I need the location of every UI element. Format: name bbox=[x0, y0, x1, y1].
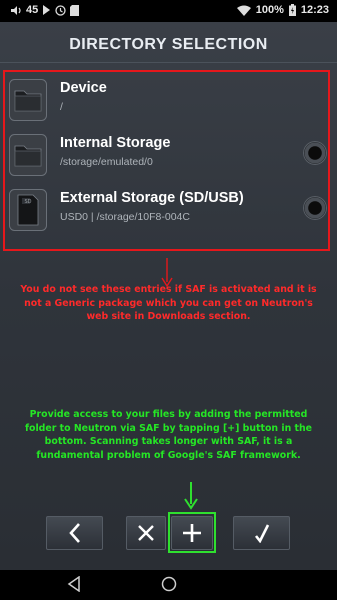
saf-help-note: Provide access to your files by adding t… bbox=[24, 409, 313, 461]
confirm-button[interactable] bbox=[233, 516, 290, 550]
notification-count: 45 bbox=[26, 4, 39, 16]
nav-home-icon[interactable] bbox=[161, 576, 177, 592]
status-right: 100% 12:23 bbox=[236, 4, 329, 16]
back-button[interactable] bbox=[46, 516, 103, 550]
plus-icon bbox=[183, 524, 201, 542]
battery-icon bbox=[288, 4, 296, 16]
sd-card-status-icon bbox=[70, 4, 80, 16]
cancel-button[interactable] bbox=[126, 516, 166, 550]
highlight-box-red bbox=[3, 70, 330, 251]
nav-back-icon[interactable] bbox=[67, 576, 81, 592]
clock-time: 12:23 bbox=[300, 4, 329, 16]
sound-icon bbox=[11, 5, 21, 15]
page-title: DIRECTORY SELECTION bbox=[69, 36, 268, 53]
chevron-left-icon bbox=[68, 523, 80, 543]
clock-icon bbox=[55, 4, 66, 16]
checkmark-icon bbox=[254, 524, 269, 543]
app-content: DIRECTORY SELECTION Device / Internal St… bbox=[0, 22, 337, 570]
play-icon bbox=[43, 5, 51, 15]
system-nav-bar bbox=[0, 570, 337, 600]
arrow-down-icon bbox=[184, 482, 198, 510]
saf-warning-note: You do not see these entries if SAF is a… bbox=[20, 284, 317, 322]
status-left: 45 bbox=[10, 4, 80, 16]
title-divider bbox=[0, 62, 337, 63]
add-button[interactable] bbox=[171, 516, 213, 550]
battery-percent: 100% bbox=[255, 4, 284, 16]
close-icon bbox=[138, 525, 154, 541]
status-bar: 45 100% 12:23 bbox=[0, 0, 337, 22]
wifi-icon bbox=[236, 5, 251, 16]
